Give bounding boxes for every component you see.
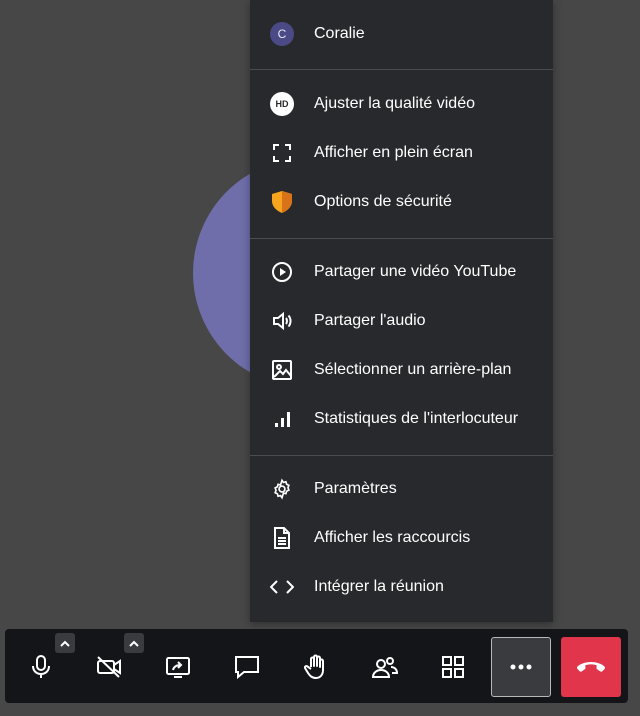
- menu-item-label: Afficher en plein écran: [314, 144, 473, 161]
- more-options-menu: C Coralie HD Ajuster la qualité vidéo Af…: [250, 0, 553, 622]
- menu-item-speaker-stats[interactable]: Statistiques de l'interlocuteur: [250, 397, 553, 441]
- hd-icon: HD: [270, 92, 294, 116]
- image-icon: [270, 358, 294, 382]
- play-circle-icon: [270, 260, 294, 284]
- tile-view-button[interactable]: [423, 637, 483, 697]
- camera-off-icon: [97, 656, 121, 678]
- share-screen-button[interactable]: [148, 637, 208, 697]
- menu-item-fullscreen[interactable]: Afficher en plein écran: [250, 131, 553, 175]
- hand-icon: [304, 654, 324, 679]
- document-icon: [270, 526, 294, 550]
- meeting-toolbar: [5, 629, 628, 703]
- participants-icon: [372, 657, 398, 678]
- menu-item-label: Sélectionner un arrière-plan: [314, 361, 512, 378]
- menu-item-label: Partager l'audio: [314, 312, 426, 329]
- user-avatar-icon: C: [270, 22, 294, 46]
- menu-item-settings[interactable]: Paramètres: [250, 467, 553, 511]
- menu-item-label: Paramètres: [314, 480, 397, 497]
- menu-item-label: Partager une vidéo YouTube: [314, 263, 517, 280]
- menu-item-background[interactable]: Sélectionner un arrière-plan: [250, 348, 553, 392]
- menu-item-video-quality[interactable]: HD Ajuster la qualité vidéo: [250, 82, 553, 126]
- video-settings-caret[interactable]: [124, 633, 144, 653]
- participants-button[interactable]: [355, 637, 415, 697]
- signal-bars-icon: [270, 407, 294, 431]
- screen-share-icon: [166, 657, 190, 678]
- audio-settings-caret[interactable]: [55, 633, 75, 653]
- speaker-icon: [270, 309, 294, 333]
- menu-item-embed[interactable]: Intégrer la réunion: [250, 565, 553, 609]
- more-options-button[interactable]: [491, 637, 551, 697]
- menu-item-label: Ajuster la qualité vidéo: [314, 95, 475, 112]
- menu-item-label: Intégrer la réunion: [314, 578, 444, 595]
- raise-hand-button[interactable]: [286, 637, 346, 697]
- fullscreen-icon: [270, 141, 294, 165]
- chevron-up-icon: [60, 640, 70, 647]
- menu-divider: [250, 455, 553, 456]
- menu-user-profile[interactable]: C Coralie: [250, 12, 553, 56]
- menu-item-share-youtube[interactable]: Partager une vidéo YouTube: [250, 250, 553, 294]
- chevron-up-icon: [129, 640, 139, 647]
- menu-item-share-audio[interactable]: Partager l'audio: [250, 299, 553, 343]
- chat-icon: [235, 656, 259, 680]
- menu-item-label: Statistiques de l'interlocuteur: [314, 410, 519, 427]
- menu-item-security[interactable]: Options de sécurité: [250, 180, 553, 224]
- phone-hangup-icon: [576, 662, 606, 672]
- security-shield-icon: [270, 190, 294, 214]
- code-icon: [270, 575, 294, 599]
- hangup-button[interactable]: [561, 637, 621, 697]
- more-icon: [510, 664, 532, 670]
- menu-item-label: Afficher les raccourcis: [314, 529, 471, 546]
- menu-item-shortcuts[interactable]: Afficher les raccourcis: [250, 516, 553, 560]
- microphone-icon: [32, 655, 50, 678]
- meeting-stage: C Coralie HD Ajuster la qualité vidéo Af…: [0, 0, 640, 716]
- user-name: Coralie: [314, 25, 365, 42]
- menu-item-label: Options de sécurité: [314, 193, 452, 210]
- menu-divider: [250, 238, 553, 239]
- chat-button[interactable]: [217, 637, 277, 697]
- grid-icon: [442, 656, 464, 678]
- menu-divider: [250, 69, 553, 70]
- gear-icon: [270, 477, 294, 501]
